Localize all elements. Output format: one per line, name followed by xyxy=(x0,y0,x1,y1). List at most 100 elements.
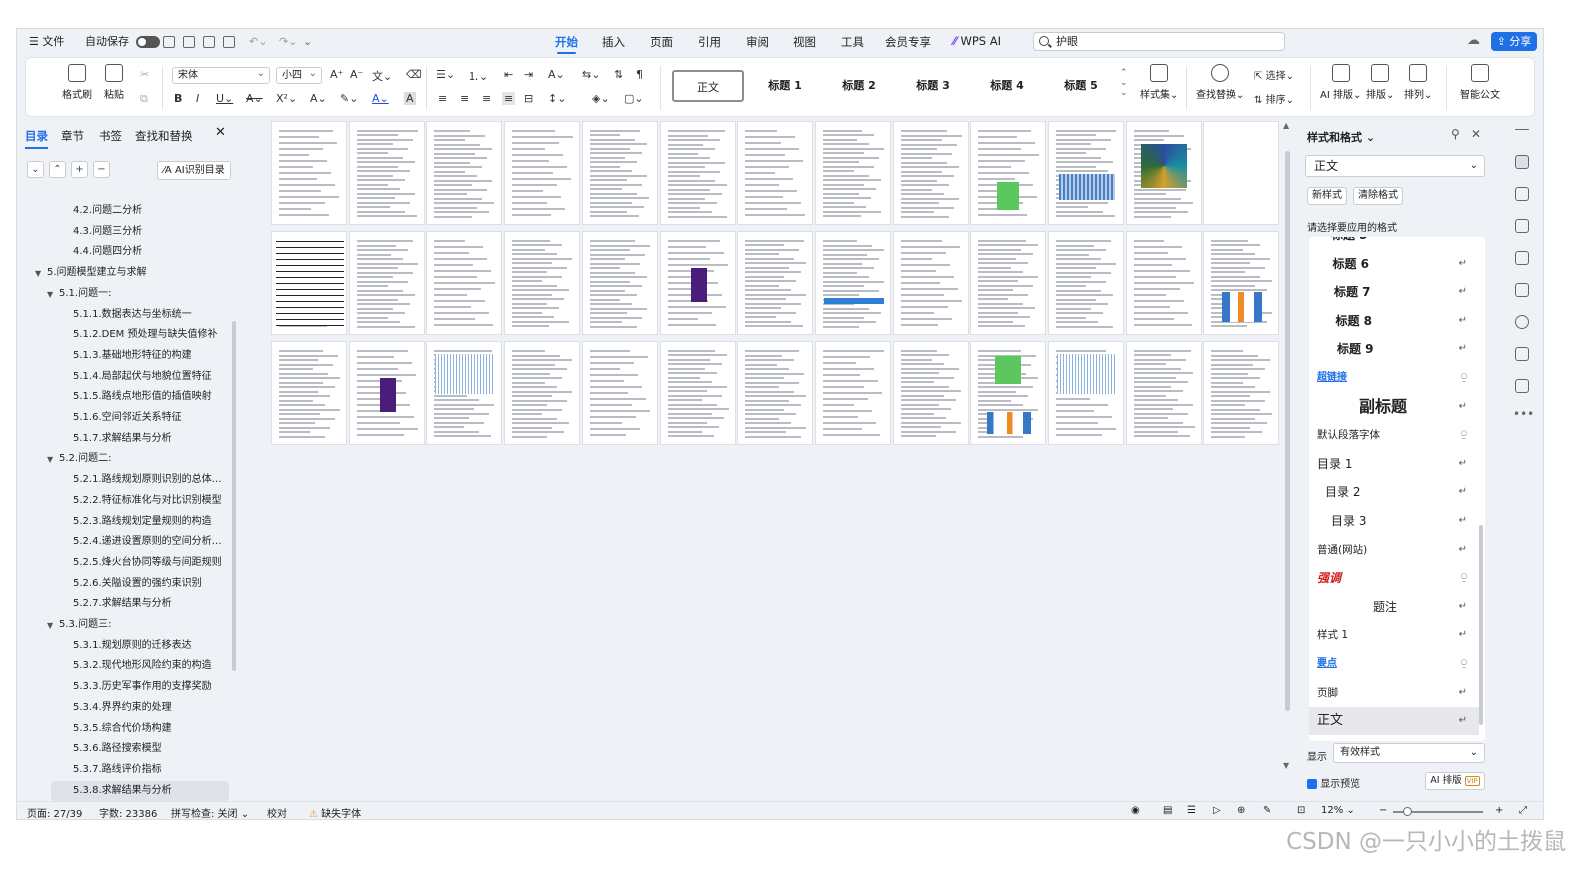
style-heading4-gallery-item[interactable]: 标题 4 xyxy=(974,70,1040,102)
toc-item[interactable]: 5.1.问题一: xyxy=(59,284,229,304)
page-thumbnail[interactable] xyxy=(348,341,425,445)
toc-item[interactable]: 5.2.问题二: xyxy=(59,449,229,469)
text-effect-icon[interactable]: A⌄ xyxy=(310,92,327,105)
share-button[interactable]: ⇪ 分享 xyxy=(1491,32,1537,51)
toc-item[interactable]: 5.2.7.求解结果与分析 xyxy=(73,594,229,614)
adjust-sliders-icon[interactable] xyxy=(1515,219,1529,233)
toc-item[interactable]: 5.3.7.路线评价指标 xyxy=(73,760,229,780)
style-item[interactable]: 强调 ⍜ xyxy=(1309,564,1479,592)
toc-item[interactable]: 5.3.6.路径搜索模型 xyxy=(73,739,229,759)
clear-format-button[interactable]: 清除格式 xyxy=(1353,187,1403,205)
style-item[interactable]: 默认段落字体 ⍜ xyxy=(1309,421,1479,449)
tab-home[interactable]: 开始 xyxy=(555,34,578,54)
toc-item[interactable]: 5.2.3.路线规划定量规则的构造 xyxy=(73,512,229,532)
copy-icon[interactable]: ⧉ xyxy=(140,92,148,106)
outline-view-icon[interactable]: ☰ xyxy=(1187,805,1196,816)
toc-item[interactable]: 4.2.问题二分析 xyxy=(73,201,229,221)
justify-icon[interactable]: ≡ xyxy=(502,92,516,105)
toc-item[interactable]: 5.2.5.烽火台协同等级与间距规则 xyxy=(73,553,229,573)
document-canvas[interactable] xyxy=(255,121,1283,801)
page-thumbnail[interactable] xyxy=(659,231,736,335)
arrange-button[interactable]: 排列⌄ xyxy=(1404,64,1432,101)
toc-item[interactable]: 4.4.问题四分析 xyxy=(73,242,229,262)
save-icon[interactable] xyxy=(163,36,175,48)
style-item[interactable]: 副标题 ↵ xyxy=(1309,393,1479,421)
page-thumbnail[interactable] xyxy=(1203,121,1280,225)
underline-icon[interactable]: U⌄ xyxy=(216,92,233,105)
page-thumbnail[interactable] xyxy=(1048,341,1124,445)
strikethrough-icon[interactable]: A⌄ xyxy=(246,92,263,105)
page-thumbnail[interactable] xyxy=(581,231,658,335)
clear-format-icon[interactable]: ⌫ xyxy=(406,68,422,81)
restrict-edit-icon[interactable] xyxy=(1515,251,1529,265)
style-item[interactable]: 页脚 ↵ xyxy=(1309,679,1479,707)
page-thumbnail[interactable] xyxy=(970,121,1047,225)
undo-icon[interactable]: ↶⌄ xyxy=(249,34,267,50)
page-thumbnail[interactable] xyxy=(892,121,969,225)
gallery-scroll-icon[interactable]: ⌃ ⌄ ⌄ xyxy=(1120,68,1128,98)
zoom-level[interactable]: 12% ⌄ xyxy=(1321,805,1355,816)
page-thumbnail[interactable] xyxy=(1125,121,1202,225)
grow-font-icon[interactable]: A⁺ xyxy=(330,68,343,81)
collapse-rail-icon[interactable] xyxy=(1515,129,1529,130)
print-preview-icon[interactable] xyxy=(223,36,235,48)
style-brush-icon[interactable] xyxy=(1515,155,1529,169)
print-icon[interactable] xyxy=(203,36,215,48)
more-icon[interactable]: ••• xyxy=(1513,407,1534,421)
page-thumbnail[interactable] xyxy=(504,231,581,335)
toc-item[interactable]: 5.1.7.求解结果与分析 xyxy=(73,429,229,449)
cloud-icon[interactable]: ☁ xyxy=(1467,33,1480,49)
tab-chapters[interactable]: 章节 xyxy=(61,128,84,144)
ai-layout-pane-button[interactable]: AI 排版 VIP xyxy=(1425,772,1485,790)
scrollbar-thumb[interactable] xyxy=(1285,151,1290,711)
close-icon[interactable]: ✕ xyxy=(1471,127,1481,141)
style-item[interactable]: 超链接 ⍜ xyxy=(1309,364,1479,392)
expand-caret-icon[interactable]: ▼ xyxy=(47,290,53,299)
style-heading1-gallery-item[interactable]: 标题 1 xyxy=(752,70,818,102)
style-list-scrollbar[interactable] xyxy=(1479,525,1483,725)
page-thumbnail[interactable] xyxy=(970,341,1047,445)
toc-item[interactable]: 5.3.5.综合代价场构建 xyxy=(73,719,229,739)
help-icon[interactable] xyxy=(1515,315,1529,329)
add-heading-icon[interactable]: + xyxy=(71,161,88,178)
autosave-toggle[interactable]: 自动保存 xyxy=(85,34,160,50)
tab-find-replace[interactable]: 查找和替换 xyxy=(135,128,193,144)
numbered-list-icon[interactable]: ⒈⌄ xyxy=(468,68,488,84)
page-thumbnail[interactable] xyxy=(581,341,658,445)
customize-chevron-icon[interactable]: ⌄ xyxy=(303,34,312,50)
page-thumbnail[interactable] xyxy=(271,121,347,225)
toc-item[interactable]: 5.3.问题三: xyxy=(59,615,229,635)
toc-item[interactable]: 5.3.3.历史军事作用的支撑奖励 xyxy=(73,677,229,697)
scroll-down-icon[interactable]: ▼ xyxy=(1283,761,1289,770)
toc-item[interactable]: 5.2.6.关隘设置的强约束识别 xyxy=(73,574,229,594)
style-item[interactable]: 样式 1 ↵ xyxy=(1309,621,1479,649)
fullscreen-icon[interactable]: ⤢ xyxy=(1519,805,1527,816)
sort-button[interactable]: ⇅ 排序⌄ xyxy=(1254,91,1294,106)
page-thumbnail[interactable] xyxy=(504,121,581,225)
tab-view[interactable]: 视图 xyxy=(793,34,816,50)
page-thumbnail[interactable] xyxy=(271,341,347,445)
smart-doc-button[interactable]: 智能公文 xyxy=(1460,64,1500,101)
page-indicator[interactable]: 页面: 27/39 xyxy=(27,805,82,819)
missing-font-button[interactable]: ⚠ 缺失字体 xyxy=(309,805,361,819)
font-size-select[interactable]: 小四 xyxy=(276,66,322,84)
toc-item[interactable]: 5.3.1.规划原则的迁移表达 xyxy=(73,636,229,656)
zoom-in-icon[interactable]: + xyxy=(1495,805,1503,816)
style-heading3-gallery-item[interactable]: 标题 3 xyxy=(900,70,966,102)
style-item[interactable]: 正文 ↵ xyxy=(1309,707,1479,736)
toc-item[interactable]: 5.3.2.现代地形风险约束的构造 xyxy=(73,656,229,676)
style-item[interactable]: 标题 8 ↵ xyxy=(1309,307,1479,335)
align-right-icon[interactable]: ≡ xyxy=(482,92,491,105)
superscript-icon[interactable]: X²⌄ xyxy=(276,92,297,105)
page-thumbnail[interactable] xyxy=(737,341,814,445)
page-thumbnail[interactable] xyxy=(814,231,891,335)
highlight-icon[interactable]: ✎⌄ xyxy=(340,92,358,105)
style-item[interactable]: 标题 9 ↵ xyxy=(1309,335,1479,363)
bold-icon[interactable]: B xyxy=(174,92,182,105)
page-thumbnail[interactable] xyxy=(348,121,425,225)
tab-tools[interactable]: 工具 xyxy=(841,34,864,50)
border-icon[interactable]: ▢⌄ xyxy=(624,92,644,105)
toc-item[interactable]: 4.3.问题三分析 xyxy=(73,222,229,242)
style-item[interactable]: 目录 1 ↵ xyxy=(1309,450,1479,478)
page-thumbnail[interactable] xyxy=(271,231,347,335)
